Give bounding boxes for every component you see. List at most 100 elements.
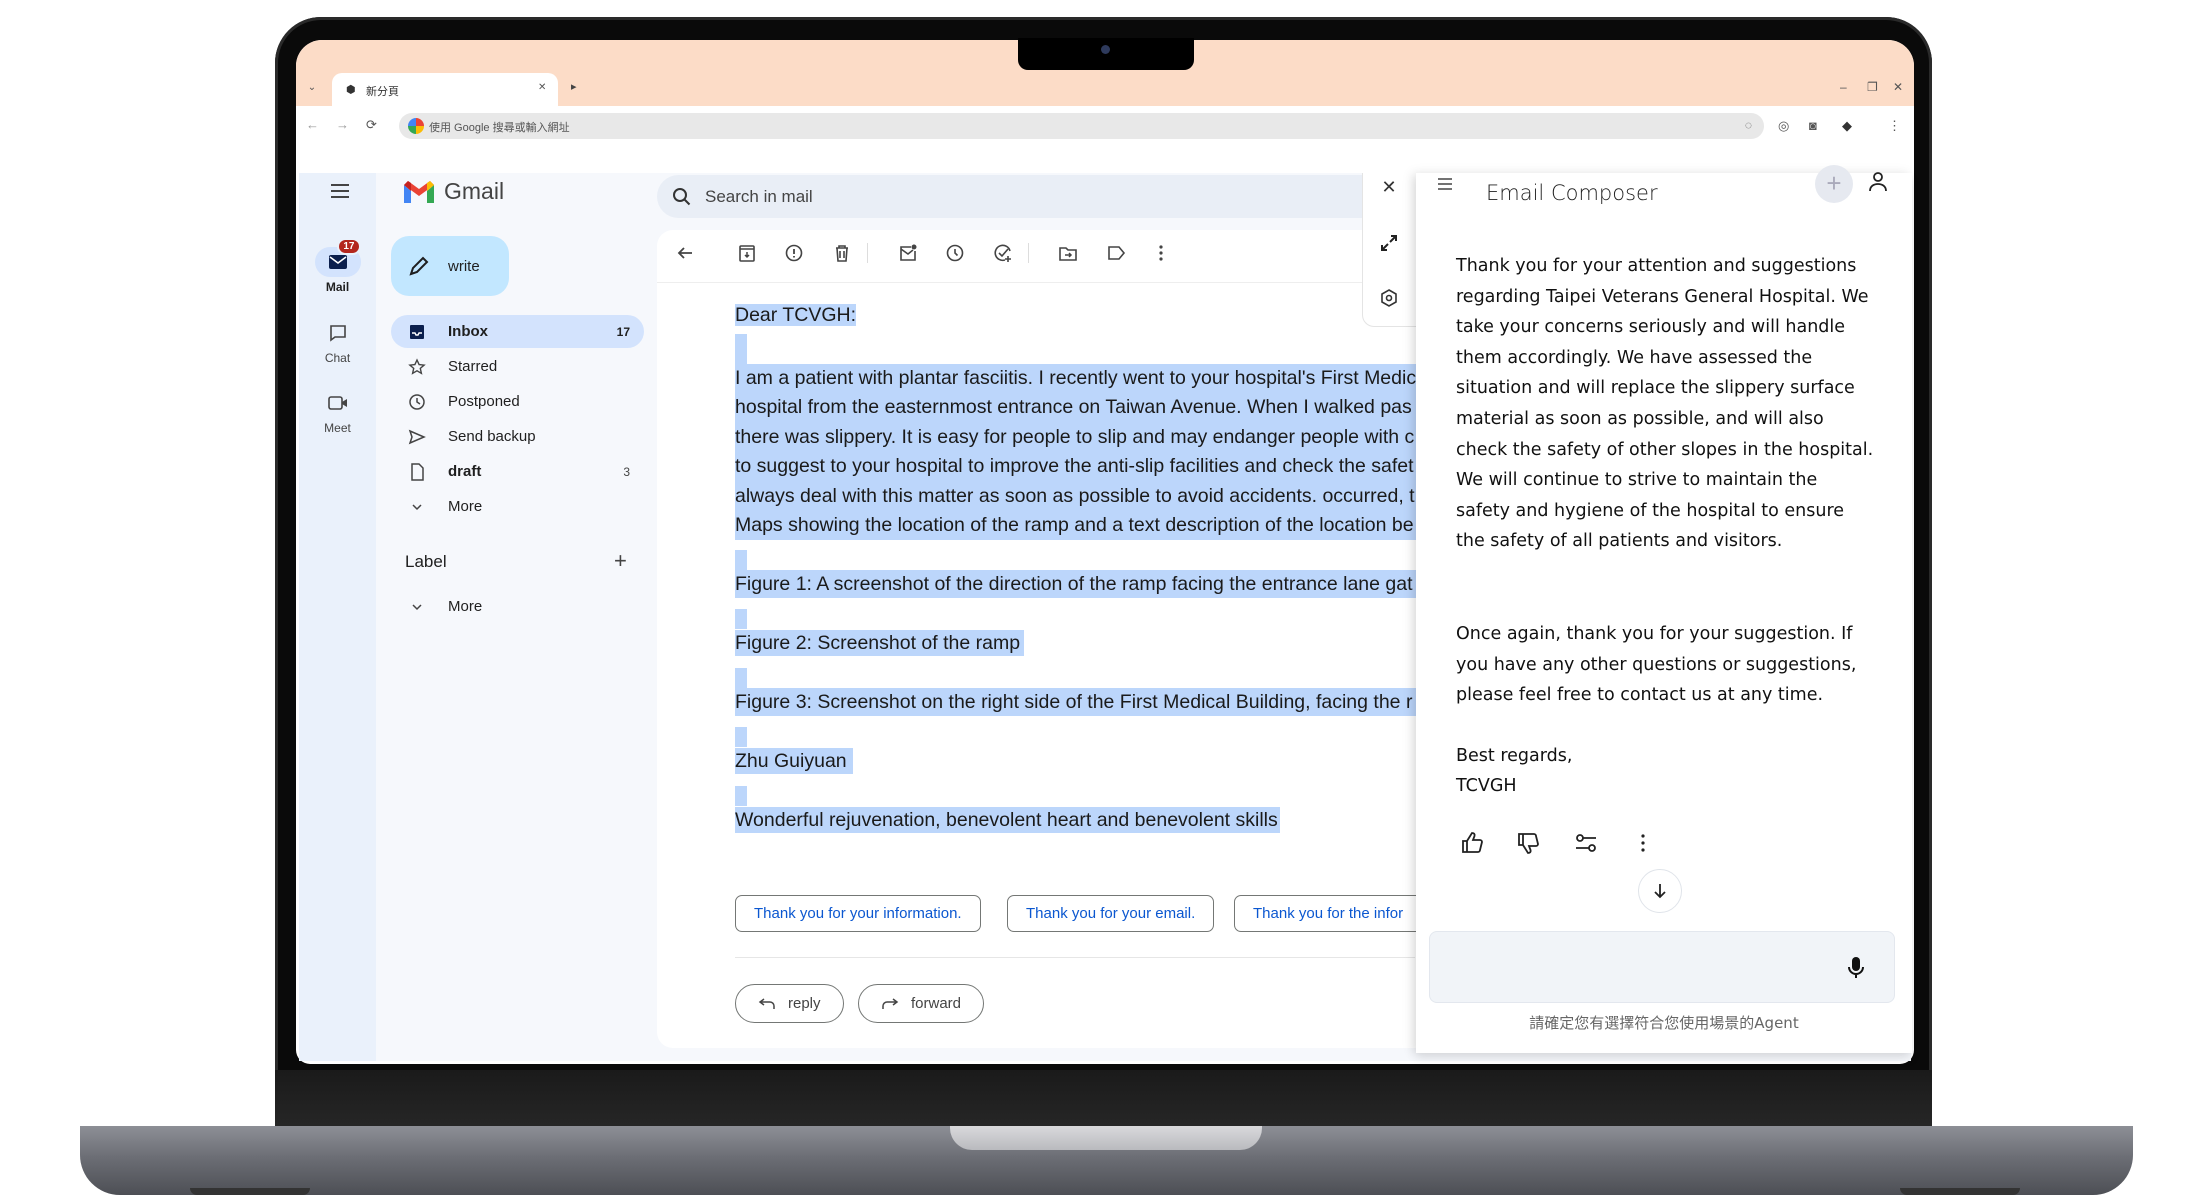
rail-label: Chat xyxy=(324,351,351,365)
expand-panel-button[interactable] xyxy=(1375,232,1403,260)
nav-count: 17 xyxy=(616,324,630,339)
selection-gap xyxy=(735,609,747,629)
back-arrow-icon xyxy=(677,247,692,259)
nav-item-inbox[interactable]: Inbox 17 xyxy=(391,315,644,348)
tab-close-icon[interactable]: ✕ xyxy=(538,82,546,93)
nav-item-postponed[interactable]: Postponed xyxy=(391,385,644,418)
main-menu-button[interactable] xyxy=(327,180,353,202)
email-signature: Zhu Guiyuan xyxy=(735,747,1415,775)
rail-label: Meet xyxy=(324,421,351,435)
thumbs-up-button[interactable] xyxy=(1459,830,1487,858)
scroll-to-bottom-button[interactable] xyxy=(1638,869,1682,913)
nav-count: 3 xyxy=(623,464,630,479)
rail-item-mail[interactable]: 17 Mail xyxy=(299,238,376,294)
composer-paragraph-1: Thank you for your attention and suggest… xyxy=(1456,256,1874,552)
nav-item-starred[interactable]: Starred xyxy=(391,350,644,383)
send-icon xyxy=(408,429,426,444)
restore-button[interactable]: ❐ xyxy=(1867,80,1878,94)
more-options-button[interactable] xyxy=(1630,830,1658,858)
label-button[interactable] xyxy=(1104,241,1128,265)
arrow-down-icon xyxy=(1654,884,1666,899)
add-task-button[interactable] xyxy=(991,241,1015,265)
labels-more[interactable]: More xyxy=(391,590,644,623)
new-chat-button[interactable]: + xyxy=(1815,165,1853,203)
composer-sender: TCVGH xyxy=(1456,776,1517,796)
thumbs-down-button[interactable] xyxy=(1515,830,1543,858)
camera-icon xyxy=(1101,45,1110,54)
nav-label: More xyxy=(448,498,483,515)
nav-item-more[interactable]: More xyxy=(391,490,644,523)
more-options-button[interactable] xyxy=(1149,241,1173,265)
snooze-button[interactable] xyxy=(943,241,967,265)
bookmark-icon[interactable]: ◌ xyxy=(1745,118,1752,132)
back-button[interactable]: ← xyxy=(306,117,319,132)
email-line: always deal with this matter as soon as … xyxy=(735,484,1415,507)
composer-menu-button[interactable] xyxy=(1436,176,1454,197)
email-line: to suggest to your hospital to improve t… xyxy=(735,455,1414,478)
minimize-button[interactable]: – xyxy=(1840,80,1847,94)
rail-label: Mail xyxy=(325,280,350,294)
reply-button[interactable]: reply xyxy=(735,984,844,1023)
back-button[interactable] xyxy=(673,241,697,265)
more-vert-icon xyxy=(1641,834,1645,852)
camera-notch xyxy=(1018,38,1194,70)
move-to-icon xyxy=(1059,247,1077,261)
nav-item-draft[interactable]: draft 3 xyxy=(391,455,644,488)
hamburger-icon xyxy=(331,184,349,198)
app-rail xyxy=(299,173,376,1061)
add-label-button[interactable]: + xyxy=(614,548,627,574)
extension-icon[interactable]: ◎ xyxy=(1778,118,1789,134)
chevron-down-icon xyxy=(412,503,422,510)
smart-reply-chip[interactable]: Thank you for your information. xyxy=(735,895,981,932)
profile-icon[interactable]: ◆ xyxy=(1842,118,1852,134)
email-motto: Wonderful rejuvenation, benevolent heart… xyxy=(735,807,1280,833)
tab-search-button[interactable]: ⌄ xyxy=(302,78,322,98)
selection-gap xyxy=(735,668,747,688)
composer-input[interactable] xyxy=(1429,931,1895,1003)
account-button[interactable] xyxy=(1866,170,1892,196)
video-icon xyxy=(327,396,347,410)
chat-icon xyxy=(329,325,346,342)
delete-icon xyxy=(836,245,848,262)
email-line: there was slippery. It is easy for peopl… xyxy=(735,425,1415,448)
move-to-button[interactable] xyxy=(1056,241,1080,265)
unread-badge: 17 xyxy=(337,238,361,255)
gmail-logo[interactable]: Gmail xyxy=(402,178,504,205)
search-bar[interactable]: Search in mail xyxy=(657,175,1362,218)
email-line: Maps showing the location of the ramp an… xyxy=(735,514,1414,537)
extension-icon[interactable]: ◙ xyxy=(1809,118,1817,133)
address-bar[interactable]: 使用 Google 搜尋或輸入網址 ◌ xyxy=(399,113,1764,139)
microphone-button[interactable] xyxy=(1846,955,1868,981)
composer-closing: Best regards, xyxy=(1456,746,1573,766)
forward-button[interactable]: forward xyxy=(858,984,985,1023)
close-panel-button[interactable]: ✕ xyxy=(1375,177,1403,205)
browser-menu-icon[interactable]: ⋮ xyxy=(1888,118,1901,134)
mark-unread-button[interactable] xyxy=(896,241,920,265)
app-name: Gmail xyxy=(444,178,505,204)
new-tab-button[interactable]: ▸ xyxy=(571,80,577,93)
adjust-button[interactable] xyxy=(1573,830,1601,858)
delete-button[interactable] xyxy=(830,241,854,265)
snooze-icon xyxy=(946,244,964,262)
clock-icon xyxy=(409,393,425,410)
selection-gap xyxy=(735,727,747,747)
smart-reply-chip[interactable]: Thank you for the infor xyxy=(1234,895,1424,932)
labels-heading: Label xyxy=(405,552,447,571)
forward-button[interactable]: → xyxy=(336,117,349,132)
browser-tab[interactable]: ⬢ 新分頁 ✕ xyxy=(332,73,558,106)
close-window-button[interactable]: ✕ xyxy=(1893,80,1903,94)
report-spam-icon xyxy=(785,244,803,262)
compose-button[interactable]: write xyxy=(391,236,509,296)
hamburger-icon xyxy=(1438,178,1452,190)
report-spam-button[interactable] xyxy=(782,241,806,265)
smart-reply-chip[interactable]: Thank you for your email. xyxy=(1007,895,1215,932)
nav-item-send-backup[interactable]: Send backup xyxy=(391,420,644,453)
archive-button[interactable] xyxy=(735,241,759,265)
composer-paragraph-2: Once again, thank you for your suggestio… xyxy=(1456,624,1857,706)
thumbs-down-icon xyxy=(1518,833,1539,854)
selection-gap xyxy=(735,786,747,806)
rail-item-meet[interactable]: Meet xyxy=(299,388,376,435)
mark-unread-icon xyxy=(900,244,917,261)
rail-item-chat[interactable]: Chat xyxy=(299,318,376,365)
reload-button[interactable]: ⟳ xyxy=(366,117,377,133)
